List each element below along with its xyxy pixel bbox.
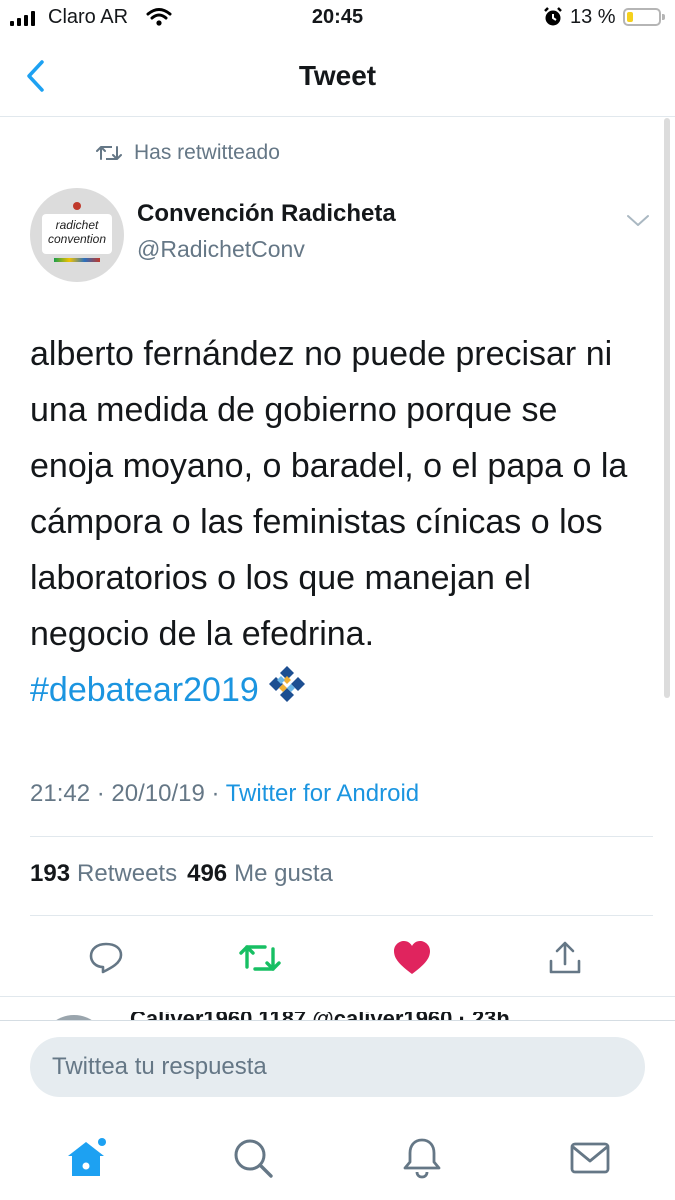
status-bar: Claro AR 20:45 13 % xyxy=(0,0,675,36)
reply-composer: Twittea tu respuesta xyxy=(0,1020,675,1115)
share-button[interactable] xyxy=(541,934,589,982)
retweet-icon xyxy=(239,945,281,971)
retweets-label: Retweets xyxy=(77,860,178,887)
hashflag-icon xyxy=(267,664,307,721)
tweet-timestamp: 21:42 · 20/10/19 · xyxy=(30,780,226,807)
battery-percentage: 13 % xyxy=(570,6,616,28)
like-icon xyxy=(394,941,430,974)
tab-search[interactable] xyxy=(223,1128,283,1188)
tab-home[interactable] xyxy=(56,1128,116,1188)
divider xyxy=(30,836,653,837)
retweet-button[interactable] xyxy=(236,934,284,982)
logo-strip xyxy=(54,258,100,262)
author-handle[interactable]: @RadichetConv xyxy=(137,236,305,263)
scrollbar[interactable] xyxy=(664,118,670,698)
tweet-text: alberto fernández no puede precisar ni u… xyxy=(30,326,645,721)
avatar-logo-line1: radichet xyxy=(55,218,99,232)
tab-notifications[interactable] xyxy=(392,1128,452,1188)
tweet-stats: 193 Retweets 496 Me gusta xyxy=(30,860,333,888)
home-icon xyxy=(68,1138,106,1176)
retweet-context: Has retwitteado xyxy=(96,140,280,166)
hashtag-link[interactable]: #debatear2019 xyxy=(30,671,259,709)
reply-button[interactable] xyxy=(82,934,130,982)
reply-preview[interactable]: Caliver1960 1187 @caliver1960 · 23h xyxy=(130,1012,630,1020)
avatar-logo: radichet convention xyxy=(42,214,112,254)
messages-icon xyxy=(570,1142,610,1174)
reply-icon xyxy=(89,942,123,974)
tweet-meta: 21:42 · 20/10/19 · Twitter for Android xyxy=(30,780,419,808)
retweet-icon xyxy=(96,146,122,160)
chevron-down-icon xyxy=(627,215,649,226)
battery-icon xyxy=(623,8,665,26)
retweets-stat[interactable]: 193 Retweets xyxy=(30,860,177,888)
share-icon xyxy=(549,941,581,974)
tweet-options-button[interactable] xyxy=(624,208,652,232)
retweet-context-label: Has retwitteado xyxy=(134,141,280,164)
avatar[interactable]: radichet convention xyxy=(30,188,124,282)
logo-dot xyxy=(73,202,81,210)
tweet-source-link[interactable]: Twitter for Android xyxy=(226,780,419,807)
divider xyxy=(30,915,653,916)
tweet-actions xyxy=(0,930,675,990)
alarm-icon xyxy=(542,6,564,34)
likes-count: 496 xyxy=(187,860,228,887)
divider xyxy=(0,996,675,997)
likes-stat[interactable]: 496 Me gusta xyxy=(187,860,333,888)
page-title: Tweet xyxy=(298,60,377,91)
tab-messages[interactable] xyxy=(560,1128,620,1188)
search-icon xyxy=(234,1139,273,1178)
retweets-count: 193 xyxy=(30,860,71,887)
reply-author: Caliver1960 1187 @caliver1960 · 23h xyxy=(130,1012,630,1020)
like-button[interactable] xyxy=(388,934,436,982)
author-name[interactable]: Convención Radicheta xyxy=(137,200,396,228)
header: Tweet xyxy=(0,40,675,117)
likes-label: Me gusta xyxy=(234,860,333,887)
tweet-body: alberto fernández no puede precisar ni u… xyxy=(30,335,628,653)
tab-bar xyxy=(0,1114,675,1200)
notifications-icon xyxy=(403,1138,441,1179)
reply-input[interactable]: Twittea tu respuesta xyxy=(30,1037,645,1097)
avatar-logo-line2: convention xyxy=(47,232,107,246)
